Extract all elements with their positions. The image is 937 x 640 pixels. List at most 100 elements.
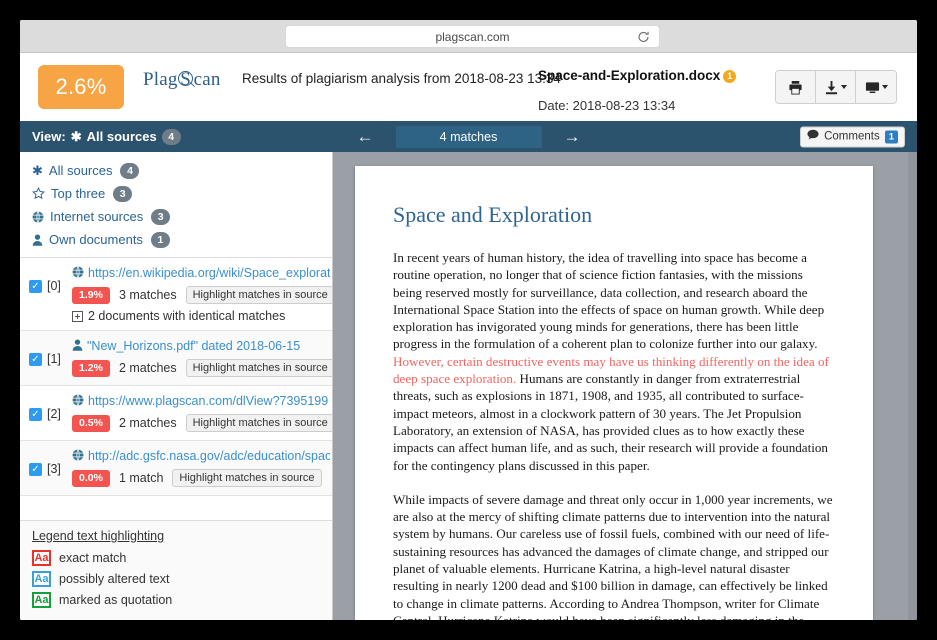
asterisk-icon: ✱ bbox=[71, 129, 82, 145]
source-percent-badge: 0.5% bbox=[72, 415, 110, 432]
source-item[interactable]: ✓ [3] http://adc.gsfc.nasa.gov/adc/educati… bbox=[20, 441, 332, 496]
source-match-count: 1 match bbox=[119, 471, 163, 485]
source-percent-badge: 1.2% bbox=[72, 360, 110, 377]
user-icon bbox=[72, 339, 83, 354]
filter-top-three-count: 3 bbox=[113, 186, 132, 202]
address-bar[interactable]: plagscan.com bbox=[285, 25, 660, 48]
source-link[interactable]: http://adc.gsfc.nasa.gov/adc/education/s… bbox=[72, 447, 330, 465]
document-paragraph-2: While impacts of severe damage and threa… bbox=[393, 491, 835, 620]
document-page: Space and Exploration In recent years of… bbox=[355, 166, 873, 620]
document-filename-text: Space-and-Exploration.docx bbox=[538, 68, 720, 83]
highlighting-legend: Legend text highlighting Aa exact match Aa… bbox=[20, 520, 332, 620]
browser-chrome: plagscan.com bbox=[20, 20, 917, 53]
source-index: [0] bbox=[47, 279, 61, 293]
highlight-matches-button[interactable]: Highlight matches in source bbox=[186, 414, 333, 432]
source-url-text: https://en.wikipedia.org/wiki/Space_expl… bbox=[88, 266, 330, 280]
arrow-left-icon[interactable]: ← bbox=[357, 128, 374, 145]
legend-label: exact match bbox=[59, 551, 126, 565]
view-nav-bar: View: ✱ All sources 4 ← 4 matches → Comm… bbox=[20, 121, 917, 152]
print-button[interactable] bbox=[776, 71, 816, 103]
document-filename: Space-and-Exploration.docx1 bbox=[538, 68, 736, 83]
document-paragraph-1: In recent years of human history, the id… bbox=[393, 249, 835, 474]
source-percent-badge: 0.0% bbox=[72, 470, 110, 487]
legend-title: Legend text highlighting bbox=[32, 529, 332, 543]
source-match-count: 2 matches bbox=[119, 361, 177, 375]
filter-own-documents[interactable]: Own documents 1 bbox=[32, 228, 332, 251]
filter-top-three-label: Top three bbox=[51, 186, 105, 201]
document-date: Date: 2018-08-23 13:34 bbox=[538, 98, 675, 113]
source-checkbox[interactable]: ✓ bbox=[29, 408, 42, 421]
source-checkbox[interactable]: ✓ bbox=[29, 280, 42, 293]
magnifier-icon: S bbox=[178, 69, 194, 91]
toolbar-buttons bbox=[775, 70, 897, 104]
asterisk-icon: ✱ bbox=[32, 164, 43, 177]
globe-icon bbox=[72, 449, 84, 464]
arrow-right-icon[interactable]: → bbox=[564, 128, 581, 145]
source-item[interactable]: ✓[1]"New_Horizons.pdf" dated 2018-06-151… bbox=[20, 331, 332, 386]
source-link[interactable]: https://www.plagscan.com/dlView?7395199 bbox=[72, 392, 330, 410]
view-current-label: All sources bbox=[87, 129, 157, 144]
plagiarism-score-badge: 2.6% bbox=[38, 65, 124, 109]
reload-icon[interactable] bbox=[637, 30, 650, 43]
filter-all-sources[interactable]: ✱All sources4 bbox=[32, 159, 332, 182]
source-percent-badge: 1.9% bbox=[72, 287, 110, 304]
plagscan-logo: PlagScan bbox=[143, 69, 221, 91]
identical-matches-row[interactable]: 2 documents with identical matches bbox=[72, 309, 330, 323]
document-info-badge[interactable]: 1 bbox=[723, 70, 736, 83]
url-text: plagscan.com bbox=[435, 30, 509, 44]
paragraph-1-text-before: In recent years of human history, the id… bbox=[393, 250, 824, 351]
source-item[interactable]: ✓ [0] https://en.wikipedia.org/wiki/Space_… bbox=[20, 258, 332, 331]
sources-list: ✓ [0] https://en.wikipedia.org/wiki/Space_… bbox=[20, 257, 332, 496]
download-button[interactable] bbox=[816, 71, 856, 103]
source-index: [3] bbox=[47, 462, 61, 476]
paragraph-1-text-after: Humans are constantly in danger from ext… bbox=[393, 371, 828, 472]
filter-internet-sources-count: 3 bbox=[151, 209, 170, 225]
match-count-chip[interactable]: 4 matches bbox=[396, 126, 542, 148]
filter-all-sources-label: All sources bbox=[49, 163, 113, 178]
identical-matches-label: 2 documents with identical matches bbox=[88, 309, 285, 323]
logo-text-part2: S bbox=[180, 69, 191, 90]
source-checkbox[interactable]: ✓ bbox=[29, 463, 42, 476]
source-checkbox[interactable]: ✓ bbox=[29, 353, 42, 366]
source-match-count: 3 matches bbox=[119, 288, 177, 302]
source-match-count: 2 matches bbox=[119, 416, 177, 430]
document-heading: Space and Exploration bbox=[393, 202, 835, 228]
source-link[interactable]: https://en.wikipedia.org/wiki/Space_expl… bbox=[72, 264, 330, 282]
legend-label: possibly altered text bbox=[59, 572, 169, 586]
view-prefix-label: View: bbox=[32, 129, 66, 144]
source-link[interactable]: "New_Horizons.pdf" dated 2018-06-15 bbox=[72, 337, 330, 355]
source-item[interactable]: ✓ [2] https://www.plagscan.com/dlView?7395… bbox=[20, 386, 332, 441]
source-filters: ✱All sources4Top three3Internet sources3… bbox=[20, 152, 332, 257]
comments-button[interactable]: Comments 1 bbox=[800, 126, 905, 147]
comments-count-badge: 1 bbox=[885, 130, 898, 143]
document-scrollbar[interactable] bbox=[908, 152, 917, 620]
chevron-down-icon bbox=[841, 85, 847, 89]
filter-internet-sources[interactable]: Internet sources3 bbox=[32, 205, 332, 228]
chevron-down-icon bbox=[882, 85, 888, 89]
legend-possibly-altered: Aa possibly altered text bbox=[32, 568, 332, 589]
app-window: plagscan.com 2.6% PlagScan Results of pl… bbox=[20, 20, 917, 620]
user-icon bbox=[32, 234, 43, 246]
source-index: [2] bbox=[47, 407, 61, 421]
results-title: Results of plagiarism analysis from 2018… bbox=[242, 71, 561, 86]
display-mode-button[interactable] bbox=[856, 71, 896, 103]
filter-own-documents-label: Own documents bbox=[49, 232, 143, 247]
match-navigation: ← 4 matches → bbox=[357, 121, 581, 152]
highlight-matches-button[interactable]: Highlight matches in source bbox=[186, 286, 333, 304]
comment-icon bbox=[807, 130, 819, 144]
star-icon bbox=[32, 187, 45, 200]
expand-plus-icon[interactable] bbox=[72, 311, 83, 322]
filter-own-documents-count: 1 bbox=[151, 232, 170, 248]
legend-swatch: Aa bbox=[32, 571, 51, 587]
app-header: 2.6% PlagScan Results of plagiarism anal… bbox=[20, 53, 917, 121]
comments-label: Comments bbox=[824, 131, 880, 143]
filter-top-three[interactable]: Top three 3 bbox=[32, 182, 332, 205]
document-viewer: Space and Exploration In recent years of… bbox=[333, 152, 917, 620]
highlight-matches-button[interactable]: Highlight matches in source bbox=[172, 469, 321, 487]
globe-icon bbox=[72, 394, 84, 409]
sources-sidebar: ✱All sources4Top three3Internet sources3… bbox=[20, 152, 333, 620]
highlight-matches-button[interactable]: Highlight matches in source bbox=[186, 359, 333, 377]
view-selector[interactable]: View: ✱ All sources 4 bbox=[32, 121, 181, 152]
view-count-badge: 4 bbox=[162, 129, 181, 145]
globe-icon bbox=[72, 266, 84, 281]
